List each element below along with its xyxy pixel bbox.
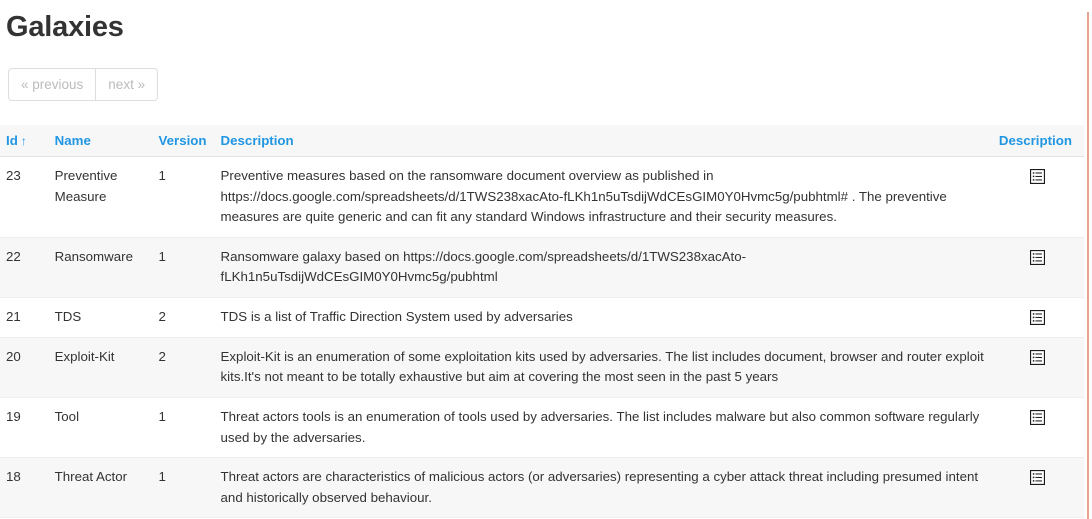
column-header-version-label[interactable]: Version <box>158 133 206 148</box>
next-page-button[interactable]: next » <box>96 67 159 102</box>
table-row: 23 Preventive Measure 1 Preventive measures… <box>0 156 1084 238</box>
table-row: 20 Exploit-Kit 2 Exploit-Kit is an enumerat… <box>0 337 1084 398</box>
list-alt-icon[interactable] <box>1029 168 1046 185</box>
cell-description: TDS is a list of Traffic Direction Syste… <box>214 297 993 338</box>
cell-id: 19 <box>0 397 49 459</box>
page-title: Galaxies <box>6 11 124 43</box>
table-row: 22 Ransomware 1 Ransomware galaxy based on … <box>0 237 1084 299</box>
pagination-controls: « previous next » <box>8 67 159 102</box>
list-alt-icon[interactable] <box>1029 309 1046 326</box>
cell-name: Ransomware <box>48 237 153 299</box>
column-header-name[interactable]: Name <box>48 125 153 158</box>
table-header-row: Id ↑ Name Version Description Description <box>0 125 1084 158</box>
cell-id: 18 <box>0 457 49 519</box>
cell-id: 22 <box>0 237 49 299</box>
column-header-action-label[interactable]: Description <box>999 133 1072 148</box>
column-header-name-label[interactable]: Name <box>55 133 91 148</box>
cell-version: 2 <box>152 297 215 338</box>
cell-description: Ransomware galaxy based on https://docs.… <box>214 237 993 299</box>
cell-view-description <box>992 397 1084 459</box>
cell-version: 1 <box>152 156 215 238</box>
cell-id: 23 <box>0 156 49 238</box>
previous-page-button[interactable]: « previous <box>8 67 97 102</box>
cell-description: Exploit-Kit is an enumeration of some ex… <box>214 337 993 398</box>
cell-description: Threat actors are characteristics of mal… <box>214 457 993 519</box>
cell-name: TDS <box>48 297 153 338</box>
cell-version: 1 <box>152 237 215 299</box>
column-header-description-label[interactable]: Description <box>221 133 294 148</box>
list-alt-icon[interactable] <box>1029 409 1046 426</box>
cell-view-description <box>992 297 1084 338</box>
cell-name: Tool <box>48 397 153 459</box>
table-body: 23 Preventive Measure 1 Preventive measures… <box>0 156 1084 519</box>
list-alt-icon[interactable] <box>1029 249 1046 266</box>
list-alt-icon[interactable] <box>1029 349 1046 365</box>
content-area: Galaxies « previous next » Id ↑ Name Versi… <box>0 11 1084 519</box>
cell-name: Exploit-Kit <box>48 337 153 398</box>
cell-version: 2 <box>152 337 215 398</box>
sort-ascending-icon: ↑ <box>20 134 27 149</box>
cell-description: Preventive measures based on the ransomw… <box>214 156 993 238</box>
page-root: Galaxies « previous next » Id ↑ Name Versi… <box>0 11 1092 519</box>
cell-view-description <box>992 156 1084 238</box>
table-row: 21 TDS 2 TDS is a list of Traffic Direction… <box>0 297 1084 338</box>
cell-name: Preventive Measure <box>48 156 153 238</box>
cell-view-description <box>992 237 1084 299</box>
column-header-version[interactable]: Version <box>152 125 215 158</box>
cell-view-description <box>992 337 1084 398</box>
column-header-description[interactable]: Description <box>214 125 993 158</box>
column-header-id-label[interactable]: Id <box>6 133 18 148</box>
table-head: Id ↑ Name Version Description Description <box>0 125 1084 158</box>
cell-description: Threat actors tools is an enumeration of… <box>214 397 993 459</box>
table-row: 19 Tool 1 Threat actors tools is an enumera… <box>0 397 1084 459</box>
list-alt-icon[interactable] <box>1029 469 1046 486</box>
galaxies-table: Id ↑ Name Version Description Description <box>0 125 1084 519</box>
cell-id: 20 <box>0 337 49 398</box>
cell-view-description <box>992 457 1084 519</box>
cell-name: Threat Actor <box>48 457 153 519</box>
column-header-action-description[interactable]: Description <box>992 125 1084 158</box>
cell-id: 21 <box>0 297 49 338</box>
cell-version: 1 <box>152 457 215 519</box>
page-right-edge <box>1087 12 1089 519</box>
cell-version: 1 <box>152 397 215 459</box>
table-row: 18 Threat Actor 1 Threat actors are charact… <box>0 457 1084 519</box>
column-header-id[interactable]: Id ↑ <box>0 125 49 158</box>
